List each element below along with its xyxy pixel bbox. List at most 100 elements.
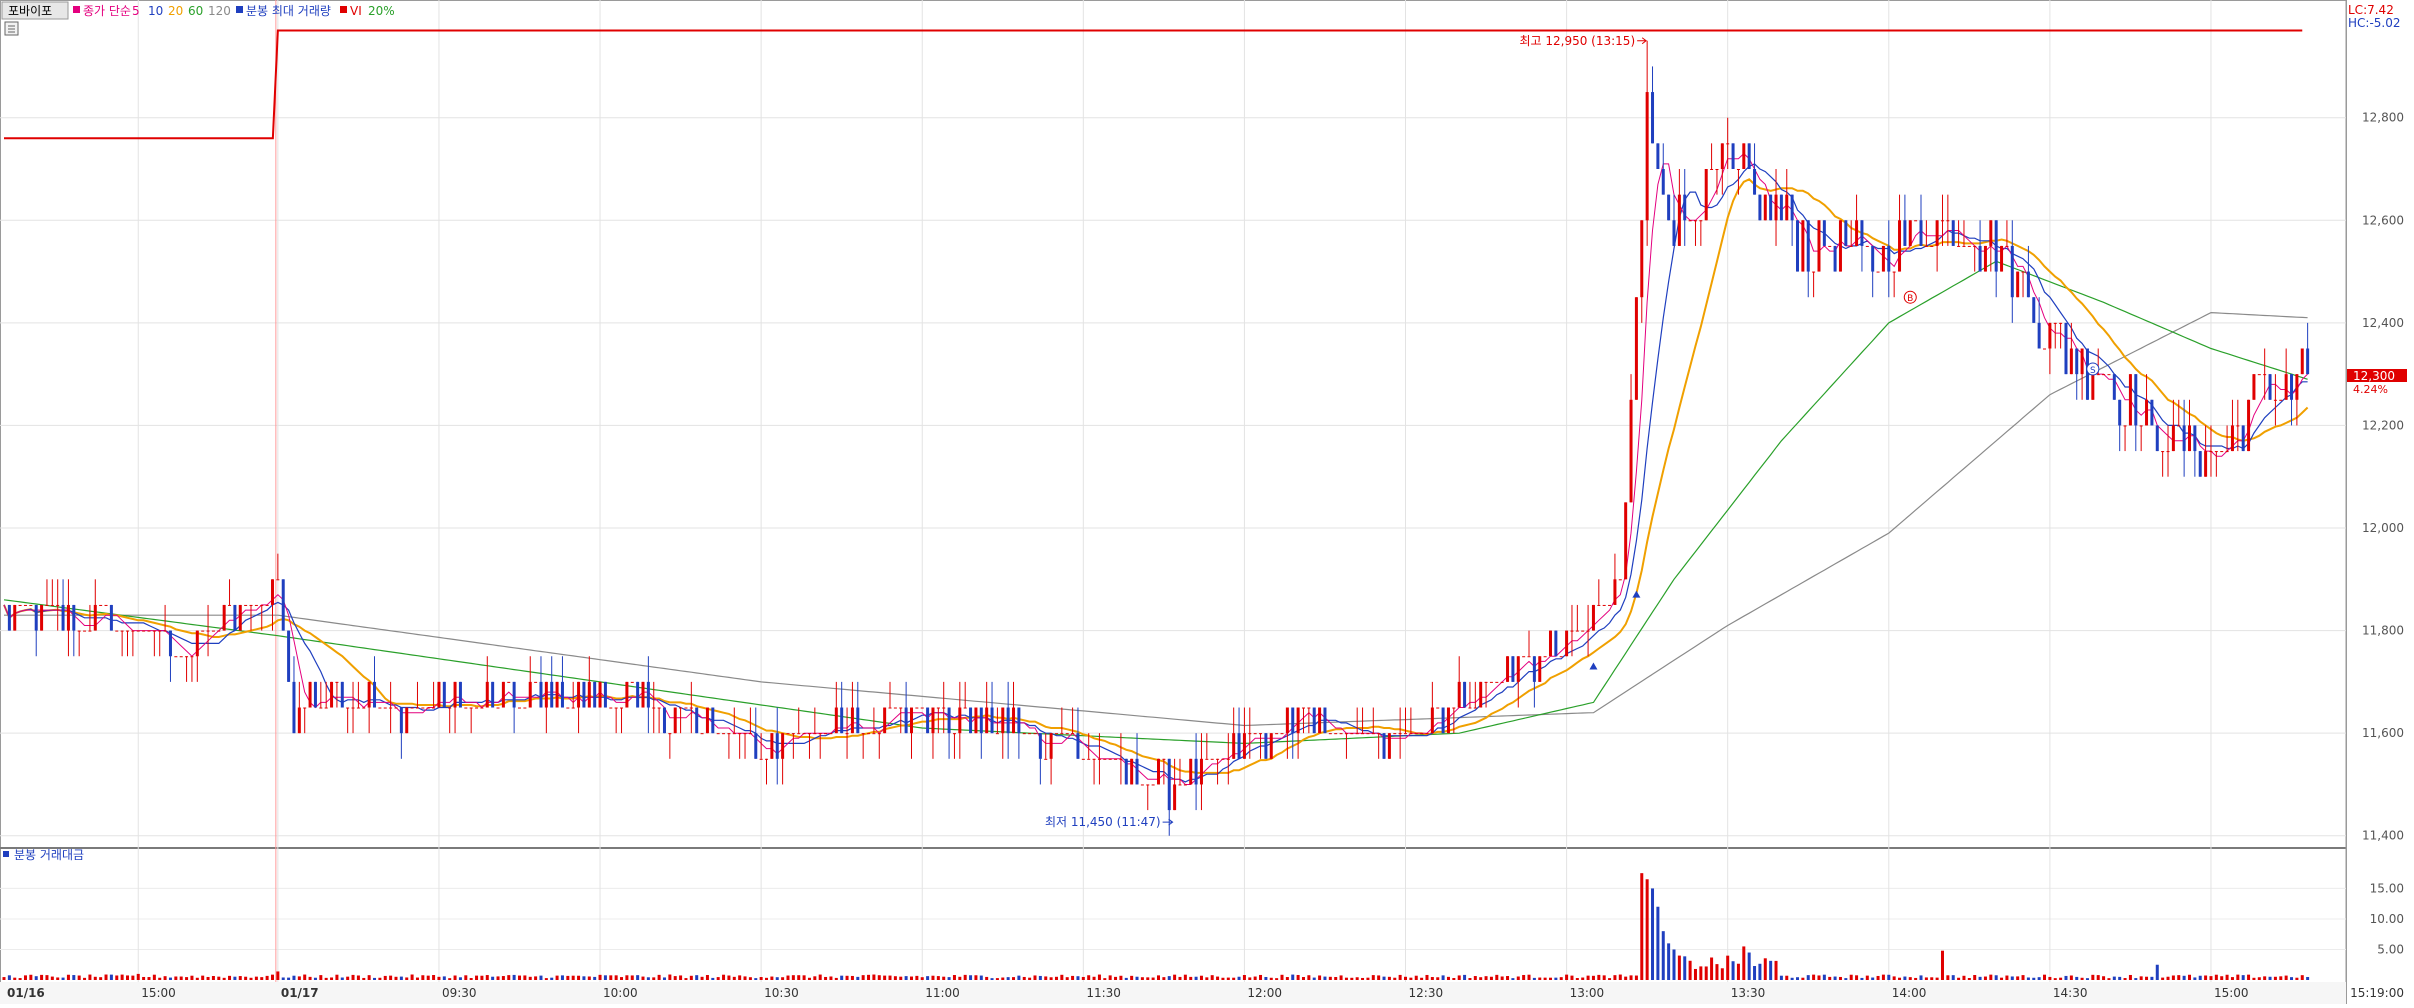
candle-body bbox=[534, 681, 538, 683]
volume-bar bbox=[952, 975, 956, 980]
candle-body bbox=[1516, 656, 1520, 682]
candle-body bbox=[1506, 656, 1510, 682]
volume-bar bbox=[1634, 975, 1638, 980]
candle-body bbox=[448, 707, 452, 709]
volume-bar bbox=[399, 976, 403, 980]
volume-bar bbox=[791, 975, 795, 980]
volume-bar bbox=[1205, 977, 1209, 980]
volume-bar bbox=[2021, 975, 2025, 980]
volume-bar bbox=[2085, 978, 2089, 980]
candle-body bbox=[1957, 245, 1961, 247]
candle-body bbox=[29, 604, 33, 606]
x-tick-label: 12:30 bbox=[1409, 986, 1444, 1000]
candle-body bbox=[743, 733, 747, 735]
volume-bar bbox=[716, 977, 720, 980]
candle-body bbox=[2075, 348, 2079, 375]
volume-bar bbox=[351, 974, 355, 980]
candle-body bbox=[1763, 194, 1767, 221]
volume-bar bbox=[394, 976, 398, 980]
volume-bar bbox=[904, 976, 908, 980]
candle-body bbox=[824, 733, 828, 735]
x-tick-label: 01/17 bbox=[281, 986, 319, 1000]
volume-bar bbox=[765, 977, 769, 980]
x-tick-label: 13:30 bbox=[1731, 986, 1766, 1000]
volume-bar bbox=[2273, 976, 2277, 980]
candle-body bbox=[367, 681, 371, 708]
candle-body bbox=[480, 707, 484, 709]
candle-body bbox=[539, 681, 543, 708]
candle-body bbox=[1683, 194, 1687, 221]
volume-bar bbox=[1812, 974, 1816, 980]
y-tick-label: 12,400 bbox=[2362, 316, 2404, 330]
candle-body bbox=[1946, 220, 1950, 222]
volume-bar bbox=[695, 975, 699, 980]
volume-bar bbox=[614, 975, 618, 980]
candle-body bbox=[158, 630, 162, 632]
volume-bar bbox=[2209, 976, 2213, 980]
volume-bar bbox=[1296, 974, 1300, 980]
volume-bar bbox=[1210, 975, 1214, 980]
volume-bar bbox=[292, 975, 296, 980]
volume-bar bbox=[2204, 975, 2208, 980]
candle-body bbox=[1301, 707, 1305, 709]
stock-name[interactable]: 포바이포 bbox=[8, 4, 52, 18]
volume-bar bbox=[1597, 974, 1601, 980]
candle-body bbox=[2247, 399, 2251, 452]
candle-body bbox=[2171, 425, 2175, 452]
volume-bar bbox=[1446, 976, 1450, 980]
volume-bar bbox=[603, 975, 607, 980]
volume-bar bbox=[2102, 976, 2106, 980]
candle-body bbox=[641, 681, 645, 708]
volume-bar bbox=[1865, 975, 1869, 980]
volume-bar bbox=[72, 975, 76, 980]
volume-bar bbox=[1017, 975, 1021, 980]
volume-bar bbox=[1398, 974, 1402, 980]
candle-body bbox=[83, 630, 87, 632]
candle-body bbox=[1688, 220, 1692, 222]
volume-bar bbox=[1495, 974, 1499, 980]
candle-body bbox=[1479, 681, 1483, 708]
volume-bar bbox=[1779, 975, 1783, 980]
volume-bar bbox=[1983, 976, 1987, 980]
candle-body bbox=[1189, 758, 1193, 785]
volume-bar bbox=[174, 976, 178, 980]
volume-bar bbox=[2295, 977, 2299, 980]
candle-body bbox=[131, 630, 135, 632]
candle-body bbox=[1452, 707, 1456, 709]
volume-bar bbox=[1393, 977, 1397, 980]
candle-body bbox=[23, 604, 27, 606]
volume-bar bbox=[485, 975, 489, 980]
volume-bar bbox=[308, 976, 312, 980]
candle-body bbox=[335, 681, 339, 683]
candle-body bbox=[1919, 220, 1923, 246]
volume-bar bbox=[1575, 978, 1579, 980]
volume-bar bbox=[66, 974, 70, 980]
volume-bar bbox=[1940, 950, 1944, 980]
candle-body bbox=[1162, 758, 1166, 760]
candle-body bbox=[475, 707, 479, 709]
candle-body bbox=[319, 707, 323, 709]
candle-body bbox=[1361, 733, 1365, 735]
vi-legend-marker bbox=[340, 6, 347, 13]
candle-body bbox=[2193, 425, 2197, 452]
chart-canvas[interactable]: 최고 12,950 (13:15) 최저 11,450 (11:47) B S 12,… bbox=[0, 0, 2414, 1004]
candle-body bbox=[1908, 220, 1912, 246]
candle-body bbox=[297, 707, 301, 734]
volume-bar bbox=[646, 977, 650, 980]
volume-bar bbox=[1264, 976, 1268, 980]
volume-bar bbox=[464, 975, 468, 980]
candle-body bbox=[40, 604, 44, 631]
stock-chart[interactable]: 최고 12,950 (13:15) 최저 11,450 (11:47) B S 12,… bbox=[0, 0, 2414, 1004]
volume-bar bbox=[1871, 977, 1875, 980]
candle-body bbox=[1398, 733, 1402, 735]
candle-body bbox=[2080, 348, 2084, 375]
candle-body bbox=[362, 707, 366, 709]
candle-body bbox=[904, 707, 908, 734]
volume-bar bbox=[668, 974, 672, 980]
candle-body bbox=[577, 681, 581, 708]
volume-bar bbox=[845, 975, 849, 980]
volume-bar bbox=[330, 977, 334, 980]
candle-body bbox=[340, 681, 344, 708]
volume-bar bbox=[1677, 955, 1681, 980]
volume-bar bbox=[700, 976, 704, 980]
